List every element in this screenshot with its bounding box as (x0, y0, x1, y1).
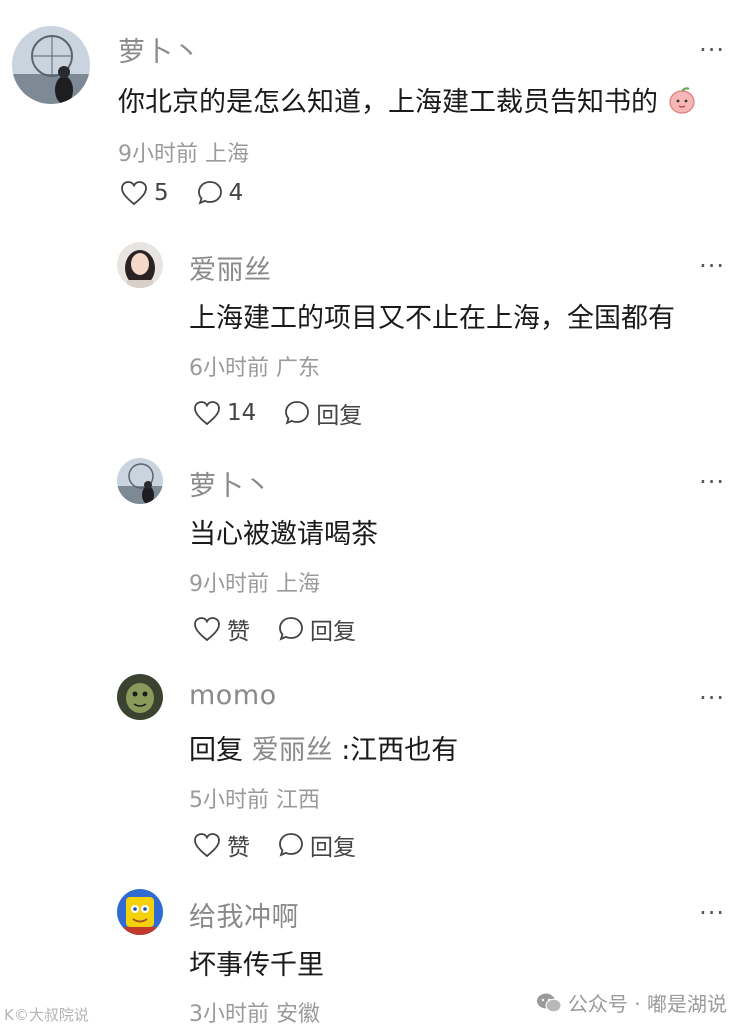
reply-button[interactable]: 4 (197, 180, 244, 206)
avatar[interactable] (117, 674, 163, 720)
comment-meta: 3小时前 安徽 (189, 1002, 320, 1027)
username[interactable]: momo (189, 680, 277, 711)
reply-label: 回复 (310, 619, 356, 645)
comment-bubble-icon (279, 833, 303, 857)
comment-meta: 9小时前 上海 (189, 572, 320, 597)
username[interactable]: 爱丽丝 (189, 248, 272, 287)
reply-button[interactable]: 回复 (278, 828, 356, 862)
username[interactable]: 给我冲啊 (189, 895, 299, 934)
more-options-icon[interactable]: ··· (699, 254, 725, 278)
watermark-right: 公众号 · 嘟是湖说 (536, 988, 727, 1017)
like-button[interactable]: 14 (193, 400, 256, 426)
heart-icon (121, 181, 147, 206)
reply-target-username[interactable]: 爱丽丝 (252, 735, 333, 766)
like-button[interactable]: 赞 (193, 612, 250, 646)
heart-icon (194, 401, 220, 426)
comment-meta: 5小时前 江西 (189, 788, 320, 813)
comment-body: 你北京的是怎么知道，上海建工裁员告知书的 (118, 87, 658, 118)
more-options-icon[interactable]: ··· (699, 686, 725, 710)
more-options-icon[interactable]: ··· (699, 470, 725, 494)
more-options-icon[interactable]: ··· (699, 38, 725, 62)
watermark-left: K©大叔院说 (4, 1006, 89, 1024)
username[interactable]: 萝卜丶 (118, 30, 201, 69)
reply-prefix: 回复 (189, 735, 243, 766)
like-count: 5 (154, 180, 169, 206)
comment-actions: 14 回复 (193, 396, 390, 430)
wechat-icon (536, 993, 562, 1012)
heart-icon (194, 833, 220, 858)
reply-label: 回复 (310, 835, 356, 861)
comment-bubble-icon (279, 617, 303, 641)
like-button[interactable]: 5 (120, 180, 169, 206)
watermark-right-text: 公众号 · 嘟是湖说 (567, 992, 727, 1016)
avatar[interactable] (117, 889, 163, 935)
comment-actions: 赞 回复 (193, 612, 384, 646)
comment-text: 上海建工的项目又不止在上海，全国都有 (189, 303, 675, 334)
comment-text: 你北京的是怎么知道，上海建工裁员告知书的 (118, 80, 697, 122)
peach-emoji-icon (667, 85, 697, 122)
comment-meta: 9小时前 上海 (118, 142, 249, 167)
reply-count: 4 (228, 180, 244, 206)
avatar[interactable] (117, 242, 163, 288)
comment-bubble-icon (285, 401, 310, 425)
username[interactable]: 萝卜丶 (189, 464, 272, 503)
like-label: 赞 (227, 835, 250, 861)
comment-text: 当心被邀请喝茶 (189, 519, 378, 550)
comment-bubble-icon (197, 181, 222, 205)
comment-body: 江西也有 (350, 735, 459, 766)
reply-button[interactable]: 回复 (278, 612, 356, 646)
more-options-icon[interactable]: ··· (699, 901, 725, 925)
heart-icon (194, 617, 220, 642)
like-count: 14 (227, 400, 257, 426)
comment-thread: 萝卜丶 ··· 你北京的是怎么知道，上海建工裁员告知书的 9小时前 上海 5 4… (0, 0, 751, 1031)
reply-label: 回复 (316, 403, 363, 429)
like-label: 赞 (227, 619, 250, 645)
comment-meta: 6小时前 广东 (189, 356, 320, 381)
reply-separator: : (341, 735, 351, 766)
avatar[interactable] (12, 26, 90, 104)
avatar[interactable] (117, 458, 163, 504)
comment-text: 坏事传千里 (189, 950, 324, 981)
reply-button[interactable]: 回复 (284, 396, 362, 430)
comment-actions: 5 4 (120, 180, 271, 206)
comment-actions: 赞 回复 (193, 828, 384, 862)
like-button[interactable]: 赞 (193, 828, 250, 862)
comment-text: 回复 爱丽丝 :江西也有 (189, 728, 458, 767)
